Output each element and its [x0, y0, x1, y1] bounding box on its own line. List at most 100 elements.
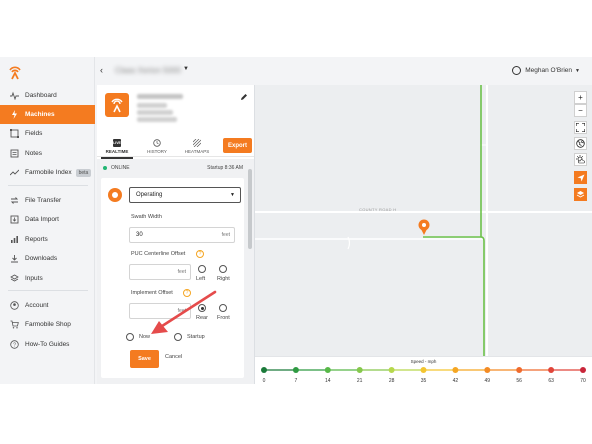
zoom-out-button[interactable]: − — [574, 104, 587, 117]
activity-icon — [10, 91, 19, 100]
sidebar: Dashboard Machines Fields Notes Farmobil… — [0, 57, 95, 384]
speed-scale-dot — [420, 367, 427, 373]
fields-icon — [10, 129, 19, 138]
sidebar-divider — [8, 290, 88, 291]
inputs-icon — [10, 274, 19, 283]
blurred-machine-name — [137, 94, 183, 99]
blurred-detail — [137, 110, 173, 115]
heatmap-icon — [193, 139, 201, 147]
blurred-detail — [137, 117, 177, 122]
sidebar-item-reports[interactable]: Reports — [0, 230, 95, 249]
puc-offset-label: PUC Centerline Offset — [131, 251, 186, 257]
import-icon — [10, 215, 19, 224]
sidebar-item-account[interactable]: Account — [0, 296, 95, 315]
now-radio[interactable] — [126, 333, 134, 341]
status-row: ONLINE Startup 8:36 AM — [103, 165, 243, 171]
sidebar-divider — [8, 185, 88, 186]
farmobile-logo-icon — [9, 66, 21, 80]
operation-value: Operating — [136, 192, 163, 198]
app-window: Dashboard Machines Fields Notes Farmobil… — [0, 57, 592, 384]
speed-tick-label: 35 — [420, 378, 427, 384]
operation-select[interactable]: Operating ▼ — [129, 187, 241, 203]
cancel-button[interactable]: Cancel — [165, 354, 182, 360]
svg-text:?: ? — [13, 342, 16, 348]
sidebar-item-farmobile-shop[interactable]: Farmobile Shop — [0, 315, 95, 334]
weather-button[interactable] — [574, 153, 587, 166]
sidebar-item-label: Reports — [25, 236, 48, 243]
fullscreen-button[interactable] — [574, 121, 587, 134]
sidebar-item-data-import[interactable]: Data Import — [0, 210, 95, 229]
help-icon: ? — [10, 340, 19, 349]
live-icon: LIVE — [113, 139, 121, 147]
caret-down-icon[interactable]: ▼ — [183, 66, 189, 72]
pencil-icon[interactable] — [240, 93, 248, 101]
right-radio[interactable] — [219, 265, 227, 273]
user-name: Meghan O'Brien — [525, 67, 573, 74]
online-status-dot — [103, 166, 107, 170]
layers-button[interactable] — [574, 188, 587, 201]
sidebar-item-label: Dashboard — [25, 92, 57, 99]
swath-unit: feet — [221, 232, 230, 238]
speed-scale-dot — [580, 367, 586, 373]
speed-scale-dot — [484, 367, 491, 373]
speed-tick-label: 70 — [580, 378, 586, 384]
sidebar-item-downloads[interactable]: Downloads — [0, 249, 95, 268]
expand-icon — [576, 123, 585, 132]
user-menu[interactable]: Meghan O'Brien ▼ — [512, 66, 580, 75]
account-icon — [10, 301, 19, 310]
swath-width-input[interactable]: 30 feet — [129, 227, 235, 243]
save-button[interactable]: Save — [130, 350, 159, 368]
speed-tick-label: 63 — [548, 378, 554, 384]
map-view[interactable]: COUNTY ROAD H + − — [151, 85, 592, 356]
beta-badge: beta — [75, 168, 92, 177]
sidebar-item-fields[interactable]: Fields — [0, 124, 95, 143]
panel-scrollbar[interactable] — [248, 169, 252, 249]
speed-tick-label: 0 — [262, 378, 266, 384]
speed-scale-dot — [388, 367, 395, 373]
locate-button[interactable] — [574, 171, 587, 184]
sidebar-item-farmobile-index[interactable]: Farmobile Index beta — [0, 163, 95, 182]
zoom-in-button[interactable]: + — [574, 91, 587, 104]
trend-icon — [10, 168, 19, 177]
machine-avatar — [105, 93, 129, 117]
tab-realtime[interactable]: LIVE REALTIME — [97, 139, 137, 159]
sidebar-item-label: Machines — [25, 111, 55, 118]
chevron-left-icon[interactable]: ‹ — [100, 65, 103, 75]
note-icon — [10, 149, 19, 158]
speed-tick-label: 21 — [356, 378, 363, 384]
machine-title[interactable]: Claas Xerion 5000 — [115, 66, 181, 75]
sidebar-item-label: Data Import — [25, 216, 59, 223]
tab-label: REALTIME — [105, 149, 129, 154]
sidebar-item-label: How-To Guides — [25, 341, 70, 348]
sidebar-item-notes[interactable]: Notes — [0, 144, 95, 163]
export-button[interactable]: Export — [223, 138, 252, 153]
caret-down-icon: ▼ — [230, 192, 235, 198]
sidebar-item-inputs[interactable]: Inputs — [0, 269, 95, 288]
navigation-arrow-icon — [577, 174, 584, 181]
caret-down-icon: ▼ — [575, 67, 580, 74]
globe-button[interactable] — [574, 137, 587, 150]
speed-scale-dot — [324, 367, 331, 373]
tractor-signal-icon — [111, 98, 123, 113]
sidebar-item-how-to-guides[interactable]: ? How-To Guides — [0, 335, 95, 354]
sidebar-item-label: File Transfer — [25, 197, 62, 204]
layers-icon — [576, 191, 585, 198]
swath-width-value: 30 — [136, 232, 143, 238]
road-label: COUNTY ROAD H — [359, 207, 397, 212]
tab-heatmaps[interactable]: HEATMAPS — [177, 139, 217, 154]
sidebar-item-dashboard[interactable]: Dashboard — [0, 86, 95, 105]
sidebar-item-machines[interactable]: Machines — [0, 105, 95, 124]
reports-icon — [10, 235, 19, 244]
sun-cloud-icon — [576, 155, 585, 164]
speed-tick-label: 49 — [484, 378, 491, 384]
sidebar-item-file-transfer[interactable]: File Transfer — [0, 191, 95, 210]
tab-history[interactable]: HISTORY — [137, 139, 177, 154]
puc-offset-input[interactable]: feet — [129, 264, 191, 280]
status-time: Startup 8:36 AM — [207, 165, 243, 171]
speed-tick-label: 42 — [452, 378, 459, 384]
sidebar-item-label: Inputs — [25, 275, 43, 282]
speed-scale-dot — [356, 367, 363, 373]
left-label: Left — [196, 276, 206, 282]
left-radio[interactable] — [198, 265, 206, 273]
help-icon[interactable]: ? — [196, 250, 204, 258]
